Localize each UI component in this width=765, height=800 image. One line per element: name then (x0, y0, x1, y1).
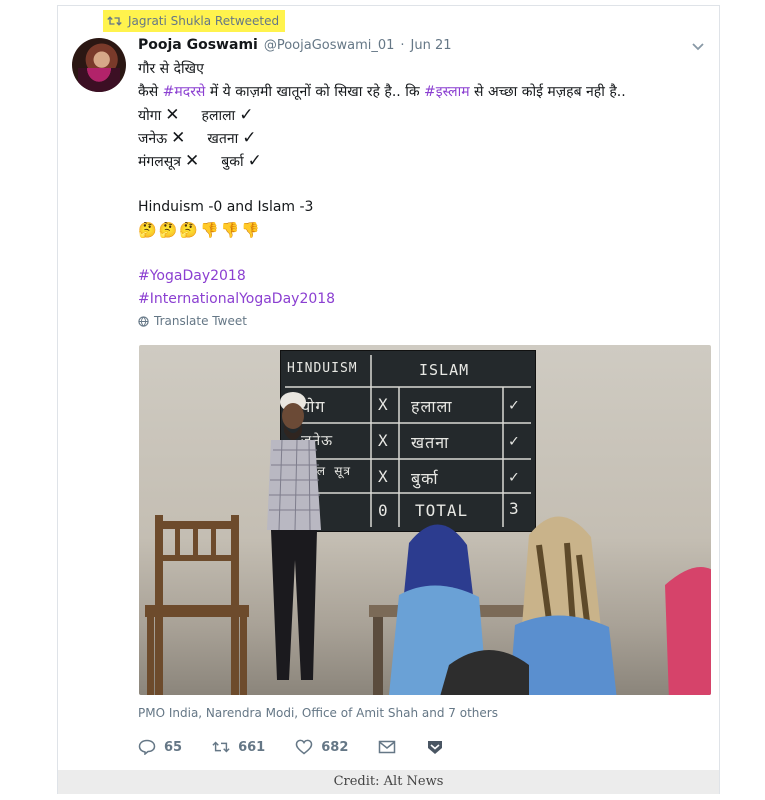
comparison-left: जनेऊ (138, 131, 168, 147)
score-line: Hinduism -0 and Islam -3 (138, 199, 314, 215)
comparison-right: खतना (207, 131, 239, 147)
cross-mark: ✕ (184, 151, 200, 171)
hashtag-madarse[interactable]: #मदरसे (163, 84, 206, 100)
like-button[interactable]: 682 (295, 739, 348, 755)
tweet-text: गौर से देखिए कैसे #मदरसे में ये काज़मी ख… (138, 58, 708, 311)
globe-icon (138, 315, 149, 327)
comparison-right: हलाला (201, 108, 236, 124)
comparison-left: मंगलसूत्र (138, 154, 181, 170)
comparison-row: मंगलसूत्र ✕ बुर्का ✓ (138, 150, 708, 173)
board-header-hinduism: HINDUISM (287, 361, 358, 376)
comparison-left: योगा (138, 108, 162, 124)
chevron-down-icon[interactable] (691, 40, 705, 54)
cross-mark: ✕ (171, 128, 186, 148)
heart-icon (295, 739, 313, 755)
comparison-right: बुर्का (221, 154, 244, 170)
tweet-text-fragment: में ये काज़मी खातूनों को सिखा रहे है.. क… (205, 84, 425, 100)
tweet-text-fragment: से अच्छा कोई मज़हब नही है.. (469, 84, 626, 100)
check-mark: ✓ (239, 105, 254, 125)
tweet-header: Pooja Goswami @PoojaGoswami_01 · Jun 21 (138, 37, 452, 53)
teacher-figure (267, 392, 321, 680)
reply-icon (138, 739, 156, 755)
chair (145, 515, 249, 695)
board-header-islam: ISLAM (419, 361, 470, 379)
reply-count: 65 (164, 739, 183, 755)
author-name[interactable]: Pooja Goswami (138, 37, 258, 53)
retweet-button[interactable]: 661 (212, 739, 265, 755)
retweet-context[interactable]: Jagrati Shukla Retweeted (103, 10, 286, 32)
shield-icon (428, 741, 443, 754)
retweet-icon (212, 741, 230, 753)
board-cell: X (378, 395, 389, 414)
board-cell: ✓ (509, 467, 520, 486)
avatar[interactable] (72, 38, 126, 92)
tweet-photo[interactable]: HINDUISM ISLAM योग X हलाला ✓ जनेऊ X खतना… (139, 345, 711, 695)
reply-button[interactable]: 65 (138, 739, 182, 755)
comparison-row: योगा ✕ हलाला ✓ (138, 104, 708, 127)
board-cell: बुर्का (411, 469, 439, 488)
tweet-actions: 65 661 682 (138, 739, 474, 755)
tweet-date[interactable]: Jun 21 (411, 38, 452, 53)
translate-tweet-link[interactable]: Translate Tweet (138, 314, 247, 328)
retweet-label: Jagrati Shukla Retweeted (128, 14, 280, 28)
board-cell: X (378, 431, 389, 450)
header-separator: · (400, 38, 405, 53)
hashtag-internationalyogaday2018[interactable]: #InternationalYogaDay2018 (138, 291, 335, 307)
board-cell: खतना (411, 433, 450, 452)
translate-label: Translate Tweet (154, 314, 247, 328)
board-cell: हलाला (411, 397, 453, 416)
envelope-icon (379, 740, 396, 754)
hashtag-islam[interactable]: #इस्लाम (424, 84, 470, 100)
board-cell: ✓ (509, 395, 520, 414)
check-mark: ✓ (247, 151, 262, 171)
mentioned-accounts[interactable]: PMO India, Narendra Modi, Office of Amit… (138, 706, 498, 720)
board-cell: X (378, 467, 389, 486)
retweet-count: 661 (238, 739, 266, 755)
tweet-card: Jagrati Shukla Retweeted Pooja Goswami @… (57, 5, 720, 794)
direct-message-button[interactable] (378, 739, 396, 755)
tweet-line: गौर से देखिए (138, 58, 708, 81)
emoji-row: 🤔🤔🤔👎👎👎 (138, 221, 263, 239)
tweet-line: कैसे #मदरसे में ये काज़मी खातूनों को सिख… (138, 81, 708, 104)
cross-mark: ✕ (165, 105, 180, 125)
credit-footer: Credit: Alt News (58, 770, 719, 794)
hashtag-yogaday2018[interactable]: #YogaDay2018 (138, 268, 246, 284)
promote-button[interactable] (426, 739, 444, 755)
students-group (369, 516, 711, 695)
tweet-text-fragment: कैसे (138, 84, 163, 100)
retweet-icon (107, 16, 122, 26)
like-count: 682 (321, 739, 349, 755)
board-cell: ✓ (509, 431, 520, 450)
tweet-line-text: गौर से देखिए (138, 61, 204, 77)
author-handle[interactable]: @PoojaGoswami_01 (264, 38, 395, 53)
check-mark: ✓ (242, 128, 257, 148)
comparison-row: जनेऊ ✕ खतना ✓ (138, 127, 708, 150)
